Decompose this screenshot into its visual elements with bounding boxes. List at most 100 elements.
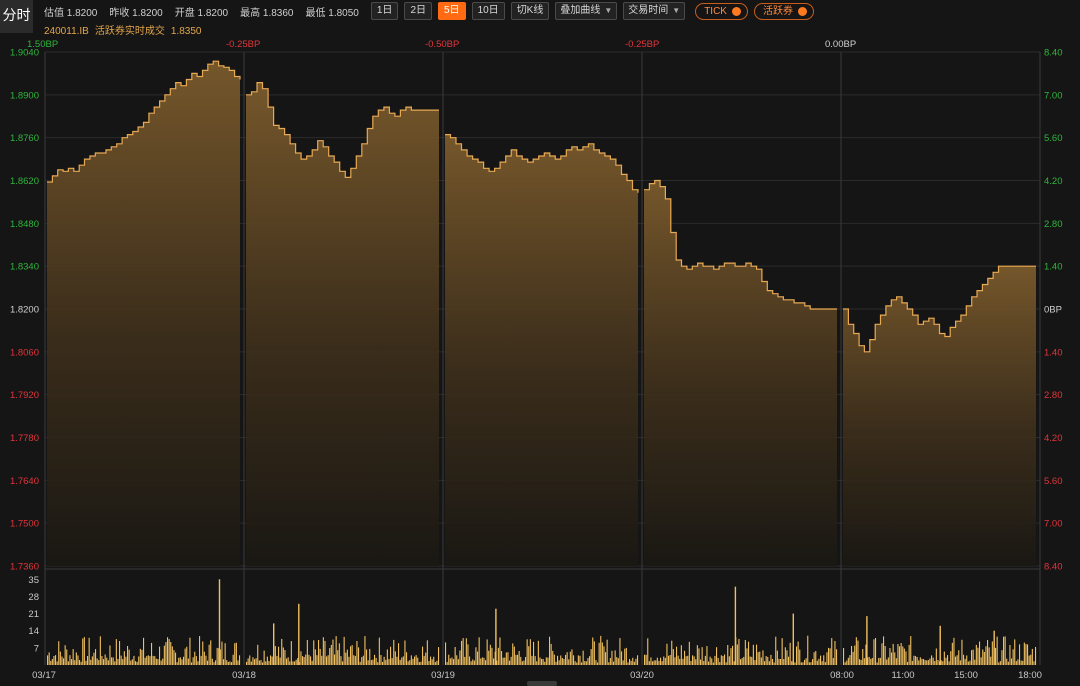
- volume-bar: [208, 644, 210, 665]
- volume-bar: [335, 636, 337, 665]
- volume-bar: [386, 649, 388, 665]
- volume-bar: [794, 662, 796, 665]
- volume-bar: [451, 657, 453, 665]
- volume-bar: [521, 661, 523, 665]
- volume-bar: [1035, 647, 1037, 665]
- volume-bar: [263, 650, 265, 665]
- volume-bar: [273, 623, 275, 665]
- volume-bar: [883, 636, 885, 665]
- volume-bar: [886, 659, 888, 665]
- volume-bar: [988, 647, 990, 665]
- volume-bar: [574, 661, 576, 665]
- volume-bar: [740, 659, 742, 665]
- volume-bar: [653, 660, 655, 665]
- volume-bar: [983, 652, 985, 665]
- volume-bar: [601, 642, 603, 665]
- session-bp-label: 0.00BP: [825, 39, 856, 50]
- volume-bar: [945, 657, 947, 665]
- volume-bar: [549, 636, 551, 665]
- volume-bar: [987, 640, 989, 665]
- volume-bar: [319, 648, 321, 665]
- volume-bar: [205, 655, 207, 665]
- volume-bar: [464, 656, 466, 665]
- volume-bar: [860, 660, 862, 665]
- volume-bar: [364, 636, 366, 665]
- volume-bar: [664, 658, 666, 665]
- volume-bar: [106, 657, 108, 665]
- volume-bar: [74, 660, 76, 665]
- volume-bar: [990, 656, 992, 665]
- volume-bar: [935, 648, 937, 665]
- volume-bar: [672, 649, 674, 665]
- volume-bar: [266, 656, 268, 665]
- volume-bar: [518, 651, 520, 665]
- volume-bar: [184, 648, 186, 665]
- volume-bar: [93, 652, 95, 665]
- volume-bar: [545, 657, 547, 665]
- volume-bar: [120, 655, 122, 665]
- volume-bar: [64, 645, 66, 665]
- volume-bar: [748, 641, 750, 665]
- volume-bar: [152, 655, 154, 665]
- volume-bar: [470, 661, 472, 665]
- volume-bar: [489, 644, 491, 665]
- volume-bar: [859, 659, 861, 665]
- volume-bar: [964, 658, 966, 665]
- scroll-handle[interactable]: [527, 681, 557, 686]
- volume-bar: [899, 646, 901, 665]
- volume-bar: [847, 657, 849, 665]
- volume-bar: [587, 658, 589, 665]
- volume-bar: [791, 661, 793, 665]
- volume-bar: [857, 640, 859, 665]
- y-tick-label: 1.7640: [10, 476, 39, 487]
- volume-bar: [77, 655, 79, 665]
- volume-bar: [431, 659, 433, 665]
- volume-bar: [863, 658, 865, 665]
- volume-bar: [278, 646, 280, 665]
- volume-bar: [246, 661, 248, 665]
- volume-bar: [788, 656, 790, 665]
- volume-bar: [754, 660, 756, 665]
- volume-bar: [967, 661, 969, 665]
- volume-bar: [637, 655, 639, 665]
- volume-bar: [239, 655, 241, 665]
- volume-bar: [224, 643, 226, 665]
- bp-tick-label: 7.00: [1044, 519, 1063, 530]
- price-area-03/19: [445, 134, 638, 566]
- volume-bar: [571, 649, 573, 665]
- volume-bar: [199, 636, 201, 665]
- volume-bar: [117, 659, 119, 665]
- volume-bar: [565, 654, 567, 665]
- volume-bar: [624, 648, 626, 665]
- volume-bar: [99, 636, 101, 665]
- volume-bar: [80, 661, 82, 665]
- volume-bar: [407, 661, 409, 665]
- volume-bar: [608, 662, 610, 665]
- volume-bar: [422, 646, 424, 665]
- volume-bar: [237, 660, 239, 665]
- volume-bar: [1025, 644, 1027, 665]
- volume-bar: [781, 638, 783, 665]
- volume-bar: [149, 656, 151, 665]
- volume-bar: [807, 635, 809, 665]
- volume-bar: [383, 656, 385, 665]
- volume-bar: [310, 656, 312, 665]
- volume-bar: [235, 642, 237, 665]
- volume-bar: [138, 656, 140, 665]
- volume-bar: [676, 646, 678, 665]
- volume-bar: [165, 642, 167, 665]
- volume-bar: [47, 655, 49, 665]
- volume-bar: [542, 659, 544, 665]
- volume-bar: [1031, 648, 1033, 665]
- volume-bar: [942, 661, 944, 665]
- volume-bar: [469, 656, 471, 665]
- volume-bar: [223, 659, 225, 665]
- volume-bar: [668, 655, 670, 665]
- volume-bar: [495, 608, 497, 665]
- volume-bar: [708, 661, 710, 665]
- volume-bar: [991, 641, 993, 665]
- volume-bar: [332, 639, 334, 665]
- volume-tick-label: 21: [28, 609, 39, 620]
- volume-bar: [687, 655, 689, 665]
- volume-bar: [501, 651, 503, 665]
